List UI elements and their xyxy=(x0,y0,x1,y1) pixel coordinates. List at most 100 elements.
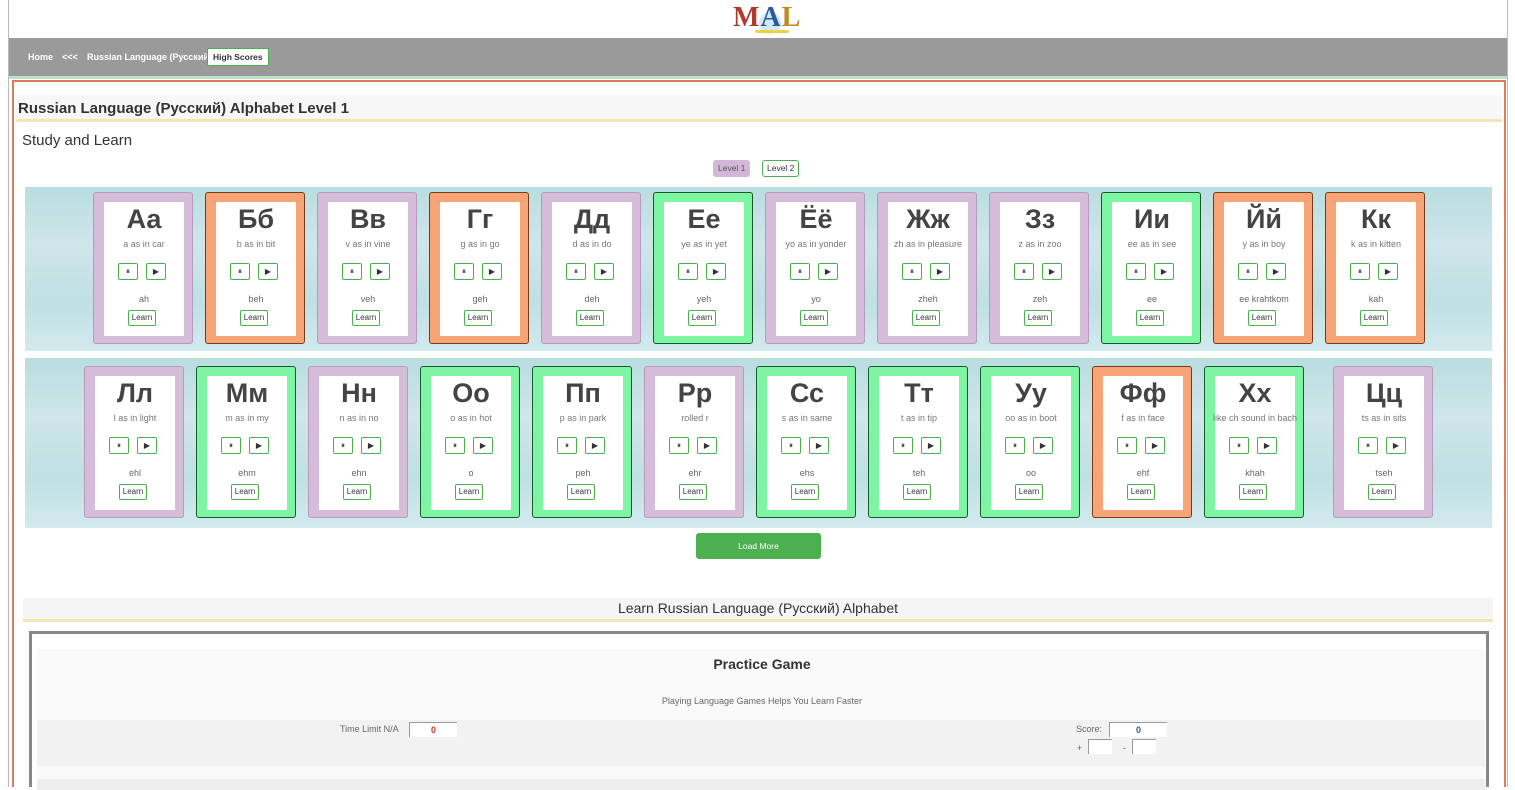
learn-button[interactable]: Learn xyxy=(240,310,268,326)
learn-button[interactable]: Learn xyxy=(343,484,371,500)
pause-button[interactable]: ⏸ xyxy=(342,263,362,280)
card-inner: Сс s as in same ⏸ ▶ ehs Learn xyxy=(767,376,847,510)
play-button[interactable]: ▶ xyxy=(473,437,493,454)
card-pronunciation: ehn xyxy=(351,468,367,478)
pause-button[interactable]: ⏸ xyxy=(566,263,586,280)
play-button[interactable]: ▶ xyxy=(1154,263,1174,280)
learn-button[interactable]: Learn xyxy=(1127,484,1155,500)
pause-button[interactable]: ⏸ xyxy=(454,263,474,280)
learn-button[interactable]: Learn xyxy=(903,484,931,500)
pause-button[interactable]: ⏸ xyxy=(781,437,801,454)
play-button[interactable]: ▶ xyxy=(146,263,166,280)
pause-button[interactable]: ⏸ xyxy=(790,263,810,280)
play-button[interactable]: ▶ xyxy=(930,263,950,280)
minus-score-box xyxy=(1132,739,1156,754)
learn-button[interactable]: Learn xyxy=(791,484,819,500)
pause-button[interactable]: ⏸ xyxy=(1126,263,1146,280)
play-button[interactable]: ▶ xyxy=(361,437,381,454)
pause-button[interactable]: ⏸ xyxy=(445,437,465,454)
learn-button[interactable]: Learn xyxy=(1360,310,1388,326)
learn-button[interactable]: Learn xyxy=(576,310,604,326)
play-button[interactable]: ▶ xyxy=(1266,263,1286,280)
play-button[interactable]: ▶ xyxy=(921,437,941,454)
card-inner: Хх like ch sound in bach ⏸ ▶ khah Learn xyxy=(1213,376,1297,510)
play-button[interactable]: ▶ xyxy=(1042,263,1062,280)
learn-button[interactable]: Learn xyxy=(1015,484,1043,500)
play-button[interactable]: ▶ xyxy=(1386,437,1406,454)
load-more-button[interactable]: Load More xyxy=(696,533,821,559)
pause-button[interactable]: ⏸ xyxy=(1229,437,1249,454)
pause-button[interactable]: ⏸ xyxy=(669,437,689,454)
level-1-button[interactable]: Level 1 xyxy=(713,160,751,177)
pause-button[interactable]: ⏸ xyxy=(109,437,129,454)
learn-button[interactable]: Learn xyxy=(1248,310,1276,326)
pause-button[interactable]: ⏸ xyxy=(1358,437,1378,454)
play-button[interactable]: ▶ xyxy=(1033,437,1053,454)
card-letter: Кк xyxy=(1361,204,1391,234)
learn-button[interactable]: Learn xyxy=(231,484,259,500)
card-inner: Ее ye as in yet ⏸ ▶ yeh Learn xyxy=(664,202,744,336)
pause-button[interactable]: ⏸ xyxy=(678,263,698,280)
pause-button[interactable]: ⏸ xyxy=(1350,263,1370,280)
card-sound-hint: rolled r xyxy=(681,413,709,423)
card-sound-hint: f as in face xyxy=(1121,413,1165,423)
pause-button[interactable]: ⏸ xyxy=(333,437,353,454)
card-sound-hint: m as in my xyxy=(225,413,269,423)
pause-button[interactable]: ⏸ xyxy=(557,437,577,454)
learn-button[interactable]: Learn xyxy=(464,310,492,326)
pause-button[interactable]: ⏸ xyxy=(893,437,913,454)
letter-card: Зз z as in zoo ⏸ ▶ zeh Learn xyxy=(989,192,1089,344)
pause-button[interactable]: ⏸ xyxy=(1117,437,1137,454)
pause-button[interactable]: ⏸ xyxy=(902,263,922,280)
learn-button[interactable]: Learn xyxy=(352,310,380,326)
letter-card: Бб b as in bit ⏸ ▶ beh Learn xyxy=(205,192,305,344)
card-letter: Уу xyxy=(1015,378,1047,408)
high-scores-button[interactable]: High Scores xyxy=(207,48,269,66)
learn-button[interactable]: Learn xyxy=(128,310,156,326)
play-button[interactable]: ▶ xyxy=(482,263,502,280)
learn-button[interactable]: Learn xyxy=(1136,310,1164,326)
play-button[interactable]: ▶ xyxy=(258,263,278,280)
nav-section-link[interactable]: Russian Language (Русский) xyxy=(87,52,212,62)
play-button[interactable]: ▶ xyxy=(585,437,605,454)
learn-button[interactable]: Learn xyxy=(912,310,940,326)
play-button[interactable]: ▶ xyxy=(706,263,726,280)
play-button[interactable]: ▶ xyxy=(137,437,157,454)
level-2-button[interactable]: Level 2 xyxy=(762,160,800,177)
card-inner: Аа a as in car ⏸ ▶ ah Learn xyxy=(104,202,184,336)
play-button[interactable]: ▶ xyxy=(818,263,838,280)
play-button[interactable]: ▶ xyxy=(809,437,829,454)
play-button[interactable]: ▶ xyxy=(697,437,717,454)
card-pronunciation: ah xyxy=(138,294,149,304)
learn-button[interactable]: Learn xyxy=(688,310,716,326)
learn-button[interactable]: Learn xyxy=(1239,484,1267,500)
play-button[interactable]: ▶ xyxy=(1378,263,1398,280)
pause-button[interactable]: ⏸ xyxy=(1238,263,1258,280)
learn-button[interactable]: Learn xyxy=(679,484,707,500)
pause-button[interactable]: ⏸ xyxy=(1014,263,1034,280)
card-inner: Гг g as in go ⏸ ▶ geh Learn xyxy=(440,202,520,336)
pause-button[interactable]: ⏸ xyxy=(1005,437,1025,454)
card-letter: Тт xyxy=(904,378,934,408)
learn-button[interactable]: Learn xyxy=(455,484,483,500)
learn-button[interactable]: Learn xyxy=(119,484,147,500)
learn-button[interactable]: Learn xyxy=(1368,484,1396,500)
card-letter: Лл xyxy=(116,378,154,408)
pause-button[interactable]: ⏸ xyxy=(221,437,241,454)
play-button[interactable]: ▶ xyxy=(1257,437,1277,454)
site-logo[interactable]: MAL xyxy=(733,2,805,34)
card-letter: Ее xyxy=(687,204,721,234)
nav-home-link[interactable]: Home xyxy=(28,52,53,62)
learn-button[interactable]: Learn xyxy=(1024,310,1052,326)
letter-card: Оо o as in hot ⏸ ▶ o Learn xyxy=(420,366,520,518)
pause-button[interactable]: ⏸ xyxy=(230,263,250,280)
play-button[interactable]: ▶ xyxy=(370,263,390,280)
play-button[interactable]: ▶ xyxy=(594,263,614,280)
title-bar: Russian Language (Русский) Alphabet Leve… xyxy=(16,95,1502,122)
learn-button[interactable]: Learn xyxy=(800,310,828,326)
learn-button[interactable]: Learn xyxy=(567,484,595,500)
play-button[interactable]: ▶ xyxy=(1145,437,1165,454)
pause-button[interactable]: ⏸ xyxy=(118,263,138,280)
nav-back-link[interactable]: <<< xyxy=(62,52,78,62)
play-button[interactable]: ▶ xyxy=(249,437,269,454)
